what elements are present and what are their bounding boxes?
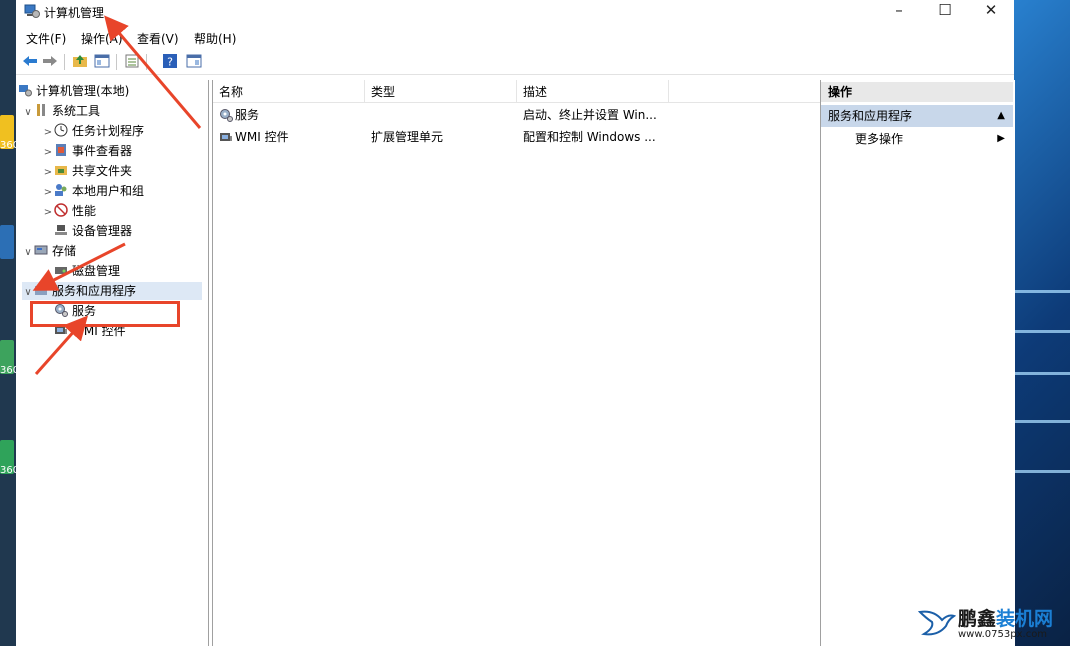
tree-item-device-manager[interactable]: 设备管理器 xyxy=(42,222,132,240)
performance-icon xyxy=(54,203,68,217)
show-tree-icon[interactable] xyxy=(94,53,110,69)
expand-arrow-icon[interactable]: ∨ xyxy=(22,104,34,122)
watermark-name-part: 鹏鑫 xyxy=(958,608,997,630)
bird-logo-icon xyxy=(918,610,956,636)
desktop-app-icon[interactable]: 360 xyxy=(0,440,19,476)
tree-item-performance[interactable]: > 性能 xyxy=(42,202,96,220)
forward-arrow-icon[interactable] xyxy=(42,53,58,69)
tree-item-services-and-applications[interactable]: ∨ 服务和应用程序 xyxy=(22,282,202,300)
column-header-type[interactable]: 类型 xyxy=(365,80,517,102)
desktop-icon-strip: 360 360 360 xyxy=(0,0,19,646)
actions-pane: 操作 服务和应用程序 ▲ 更多操作 ▶ xyxy=(820,80,1015,646)
svg-text:?: ? xyxy=(167,56,173,69)
tree-item-label: 计算机管理(本地) xyxy=(36,84,130,98)
submenu-arrow-icon: ▶ xyxy=(997,133,1005,144)
more-actions-label: 更多操作 xyxy=(855,132,904,146)
menu-action[interactable]: 操作(A) xyxy=(81,30,123,47)
tree-item-label: 存储 xyxy=(52,244,77,258)
cell-name: 服务 xyxy=(235,108,260,122)
tree-root-computer-management[interactable]: 计算机管理(本地) xyxy=(18,82,129,100)
services-apps-icon xyxy=(35,286,47,295)
tree-item-label: 本地用户和组 xyxy=(72,184,145,198)
toolbar-separator xyxy=(146,54,147,70)
computer-management-icon xyxy=(19,85,32,97)
actions-section-services-apps[interactable]: 服务和应用程序 ▲ xyxy=(821,105,1013,127)
tree-item-label: 磁盘管理 xyxy=(72,264,121,278)
expand-arrow-icon[interactable]: > xyxy=(42,164,54,182)
watermark-title: 鹏鑫装机网 xyxy=(958,604,1053,631)
column-header-description[interactable]: 描述 xyxy=(517,80,669,102)
event-viewer-icon xyxy=(56,144,66,156)
cell-description: 配置和控制 Windows ... xyxy=(523,130,656,144)
tree-item-label: 共享文件夹 xyxy=(72,164,133,178)
wmi-control-icon xyxy=(220,133,232,141)
cell-type: 扩展管理单元 xyxy=(371,130,444,144)
expand-arrow-icon[interactable]: ∨ xyxy=(22,244,34,262)
services-gear-icon xyxy=(220,109,233,122)
title-bar[interactable]: 计算机管理 – ☐ ✕ xyxy=(16,0,1014,25)
help-icon[interactable]: ? xyxy=(162,53,178,69)
computer-management-icon xyxy=(24,4,40,18)
close-button[interactable]: ✕ xyxy=(968,0,1014,22)
actions-header: 操作 xyxy=(821,82,1013,102)
cell-description: 启动、终止并设置 Win... xyxy=(523,108,657,122)
list-row[interactable]: 服务 启动、终止并设置 Win... xyxy=(213,105,821,125)
disk-icon xyxy=(55,267,67,274)
tools-icon xyxy=(37,104,45,116)
actions-section-label: 服务和应用程序 xyxy=(828,109,913,123)
window-title: 计算机管理 xyxy=(44,6,105,20)
shared-folder-icon xyxy=(55,166,67,175)
up-folder-icon[interactable] xyxy=(72,53,88,69)
watermark-url: www.0753px.com xyxy=(958,629,1048,640)
tree-item-label: 任务计划程序 xyxy=(72,124,145,138)
menu-help[interactable]: 帮助(H) xyxy=(194,30,236,47)
desktop-app-icon[interactable]: 360 xyxy=(0,115,19,151)
desktop-app-icon[interactable]: 360 xyxy=(0,340,19,376)
expand-arrow-icon[interactable]: > xyxy=(42,184,54,202)
expand-arrow-icon[interactable]: > xyxy=(42,204,54,222)
expand-arrow-icon[interactable]: > xyxy=(42,144,54,162)
users-icon xyxy=(55,184,67,196)
menu-bar: 文件(F) 操作(A) 查看(V) 帮助(H) xyxy=(16,27,1014,47)
menu-view[interactable]: 查看(V) xyxy=(137,30,179,47)
tree-item-label: 系统工具 xyxy=(52,104,101,118)
cell-name: WMI 控件 xyxy=(235,130,289,144)
desktop-app-icon[interactable] xyxy=(0,225,14,259)
toolbar-separator xyxy=(64,54,65,70)
menu-file[interactable]: 文件(F) xyxy=(26,30,66,47)
watermark-name-part: 装机网 xyxy=(996,608,1054,630)
tree-item-local-users-groups[interactable]: > 本地用户和组 xyxy=(42,182,144,200)
toolbar: ? xyxy=(16,50,1014,75)
maximize-button[interactable]: ☐ xyxy=(922,0,968,22)
minimize-button[interactable]: – xyxy=(876,0,922,22)
clock-icon xyxy=(54,123,68,137)
properties-icon[interactable] xyxy=(186,53,202,69)
tree-item-label: 事件查看器 xyxy=(72,144,133,158)
tree-item-task-scheduler[interactable]: > 任务计划程序 xyxy=(42,122,144,140)
storage-icon xyxy=(34,245,48,255)
tree-item-system-tools[interactable]: ∨ 系统工具 xyxy=(22,102,100,120)
results-list: 名称 类型 描述 服务 启动、终止并设置 Win... WMI 控件 扩展管理单… xyxy=(212,80,822,646)
tree-item-disk-management[interactable]: 磁盘管理 xyxy=(42,262,120,280)
console-tree: 计算机管理(本地) ∨ 系统工具 > 任务计划程序 > 事件查看器 > 共享文件夹 > 本… xyxy=(16,80,209,646)
tree-item-event-viewer[interactable]: > 事件查看器 xyxy=(42,142,132,160)
export-list-icon[interactable] xyxy=(124,53,140,69)
annotation-highlight-box xyxy=(30,301,180,327)
tree-item-label: 性能 xyxy=(72,204,97,218)
site-watermark: 鹏鑫装机网 www.0753px.com xyxy=(918,604,1068,644)
tree-item-storage[interactable]: ∨ 存储 xyxy=(22,242,76,260)
collapse-triangle-icon[interactable]: ▲ xyxy=(997,105,1005,127)
expand-arrow-icon[interactable]: > xyxy=(42,124,54,142)
more-actions-item[interactable]: 更多操作 ▶ xyxy=(821,129,1013,149)
tree-item-label: 服务和应用程序 xyxy=(52,284,137,298)
tree-item-shared-folders[interactable]: > 共享文件夹 xyxy=(42,162,132,180)
tree-item-label: 设备管理器 xyxy=(72,224,133,238)
list-header: 名称 类型 描述 xyxy=(213,80,821,103)
expand-arrow-icon[interactable]: ∨ xyxy=(22,284,34,302)
device-manager-icon xyxy=(55,225,67,235)
list-row[interactable]: WMI 控件 扩展管理单元 配置和控制 Windows ... xyxy=(213,127,821,147)
toolbar-separator xyxy=(116,54,117,70)
column-header-name[interactable]: 名称 xyxy=(213,80,365,102)
back-arrow-icon[interactable] xyxy=(22,53,38,69)
